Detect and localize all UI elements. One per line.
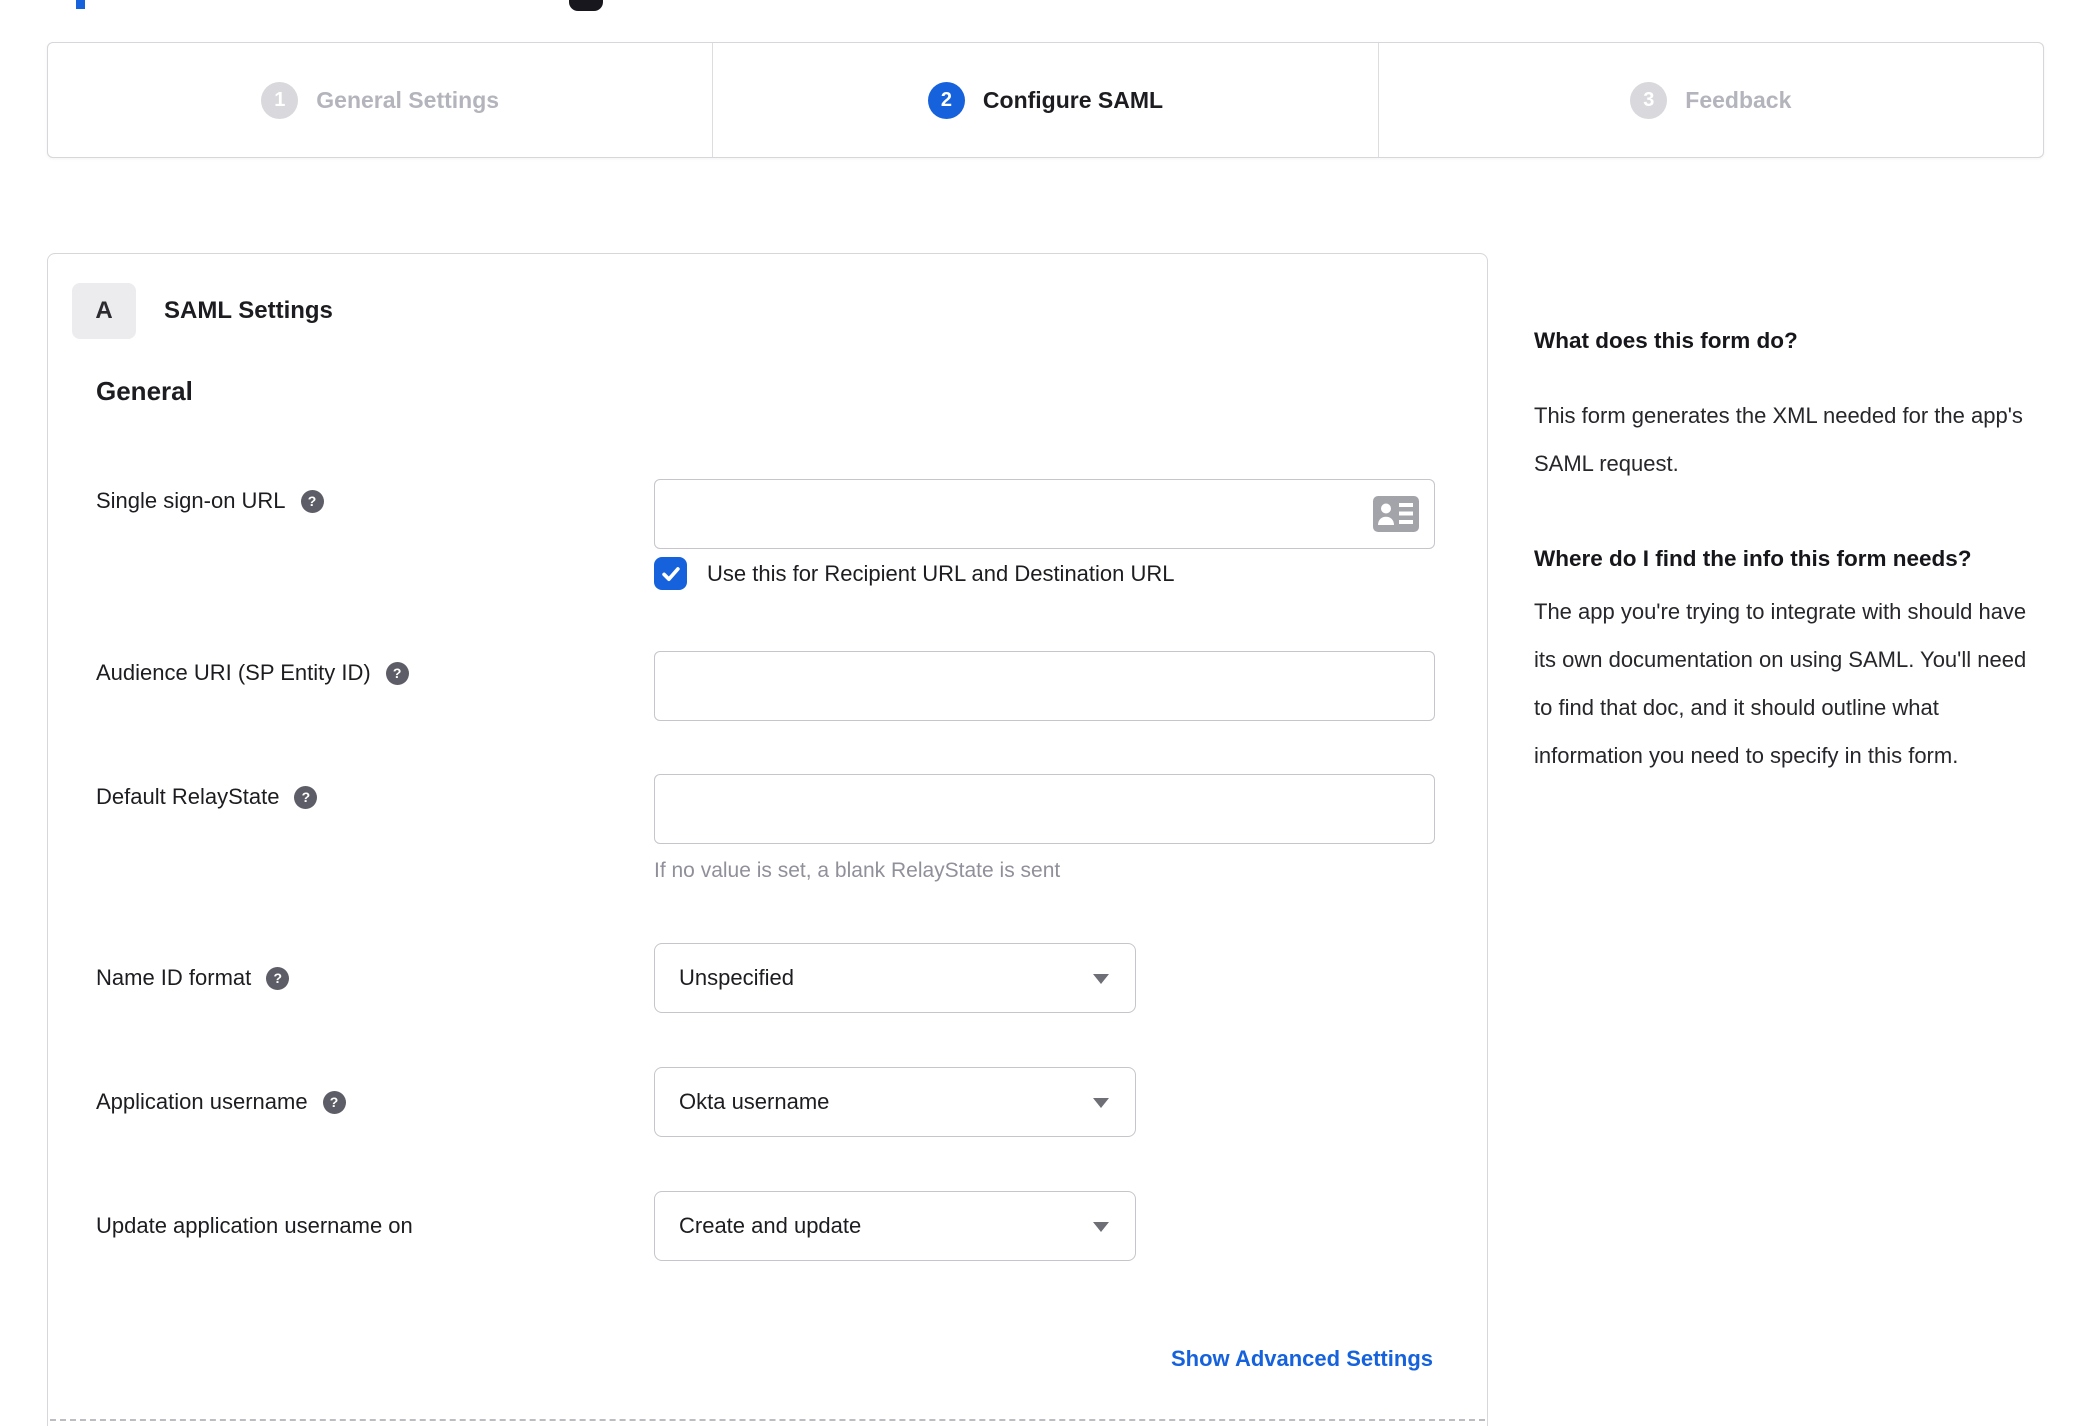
help-icon[interactable]: ? bbox=[294, 785, 318, 809]
chevron-down-icon bbox=[1093, 1098, 1109, 1108]
default-relaystate-label: Default RelayState ? bbox=[96, 784, 318, 810]
selected-value: Okta username bbox=[679, 1089, 830, 1114]
default-relaystate-input[interactable] bbox=[654, 774, 1435, 844]
single-sign-on-url-input-wrap bbox=[654, 479, 1435, 549]
help-icon[interactable]: ? bbox=[322, 1090, 346, 1114]
checkbox-checked-icon[interactable] bbox=[654, 557, 687, 590]
selected-value: Unspecified bbox=[679, 965, 794, 990]
contact-card-icon[interactable] bbox=[1373, 496, 1419, 532]
step-2-number-badge: 2 bbox=[927, 81, 965, 119]
name-id-format-select[interactable]: Unspecified bbox=[654, 943, 1136, 1013]
sidebar-heading-what: What does this form do? bbox=[1534, 328, 1798, 353]
single-sign-on-url-input[interactable] bbox=[654, 479, 1435, 549]
field-label-text: Name ID format bbox=[96, 965, 252, 990]
step-1-label: General Settings bbox=[316, 86, 500, 113]
default-relaystate-input-wrap bbox=[654, 774, 1435, 844]
sidebar-paragraph-where: The app you're trying to integrate with … bbox=[1534, 599, 2027, 768]
relaystate-hint: If no value is set, a blank RelayState i… bbox=[654, 859, 1061, 882]
step-3-number-badge: 3 bbox=[1630, 81, 1668, 119]
checkbox-label: Use this for Recipient URL and Destinati… bbox=[707, 560, 1175, 586]
show-advanced-settings-link[interactable]: Show Advanced Settings bbox=[1171, 1346, 1433, 1372]
saml-settings-panel: A SAML Settings General Single sign-on U… bbox=[47, 253, 1488, 1426]
help-icon[interactable]: ? bbox=[385, 661, 409, 685]
application-username-select[interactable]: Okta username bbox=[654, 1067, 1136, 1137]
field-label-text: Default RelayState bbox=[96, 784, 280, 809]
help-icon[interactable]: ? bbox=[300, 489, 324, 513]
chevron-down-icon bbox=[1093, 1222, 1109, 1232]
audience-uri-label: Audience URI (SP Entity ID) ? bbox=[96, 660, 409, 686]
general-heading: General bbox=[96, 376, 193, 406]
field-label-text: Application username bbox=[96, 1089, 308, 1114]
step-general-settings[interactable]: 1 General Settings bbox=[48, 43, 712, 157]
audience-uri-input[interactable] bbox=[654, 651, 1435, 721]
help-icon[interactable]: ? bbox=[266, 966, 290, 990]
sidebar-paragraph-what: This form generates the XML needed for t… bbox=[1534, 403, 2023, 476]
field-label-text: Single sign-on URL bbox=[96, 488, 286, 513]
wizard-step-bar: 1 General Settings 2 Configure SAML 3 Fe… bbox=[47, 42, 2044, 158]
okta-configure-saml-page: 1 General Settings 2 Configure SAML 3 Fe… bbox=[0, 0, 2092, 1426]
step-configure-saml[interactable]: 2 Configure SAML bbox=[712, 43, 1377, 157]
name-id-format-label: Name ID format ? bbox=[96, 965, 290, 991]
dashed-section-divider bbox=[50, 1419, 1485, 1421]
recipient-url-checkbox-row[interactable]: Use this for Recipient URL and Destinati… bbox=[654, 557, 1175, 590]
sidebar-heading-where: Where do I find the info this form needs… bbox=[1534, 546, 1972, 571]
cutoff-blue-fragment bbox=[76, 0, 85, 9]
step-3-label: Feedback bbox=[1685, 86, 1792, 113]
single-sign-on-url-label: Single sign-on URL ? bbox=[96, 488, 324, 514]
section-title: SAML Settings bbox=[164, 297, 333, 324]
audience-uri-input-wrap bbox=[654, 651, 1435, 721]
application-username-label: Application username ? bbox=[96, 1089, 346, 1115]
panel-header: A SAML Settings bbox=[72, 282, 333, 340]
selected-value: Create and update bbox=[679, 1213, 862, 1238]
field-label-text: Audience URI (SP Entity ID) bbox=[96, 660, 371, 685]
help-sidebar: What does this form do? This form genera… bbox=[1534, 318, 2042, 780]
chevron-down-icon bbox=[1093, 974, 1109, 984]
step-feedback[interactable]: 3 Feedback bbox=[1377, 43, 2043, 157]
section-badge: A bbox=[72, 283, 136, 339]
cutoff-app-logo-fragment bbox=[569, 0, 603, 11]
update-app-username-select[interactable]: Create and update bbox=[654, 1191, 1136, 1261]
step-2-label: Configure SAML bbox=[982, 86, 1164, 113]
update-app-username-label: Update application username on bbox=[96, 1213, 413, 1239]
field-label-text: Update application username on bbox=[96, 1213, 413, 1238]
step-1-number-badge: 1 bbox=[261, 81, 299, 119]
